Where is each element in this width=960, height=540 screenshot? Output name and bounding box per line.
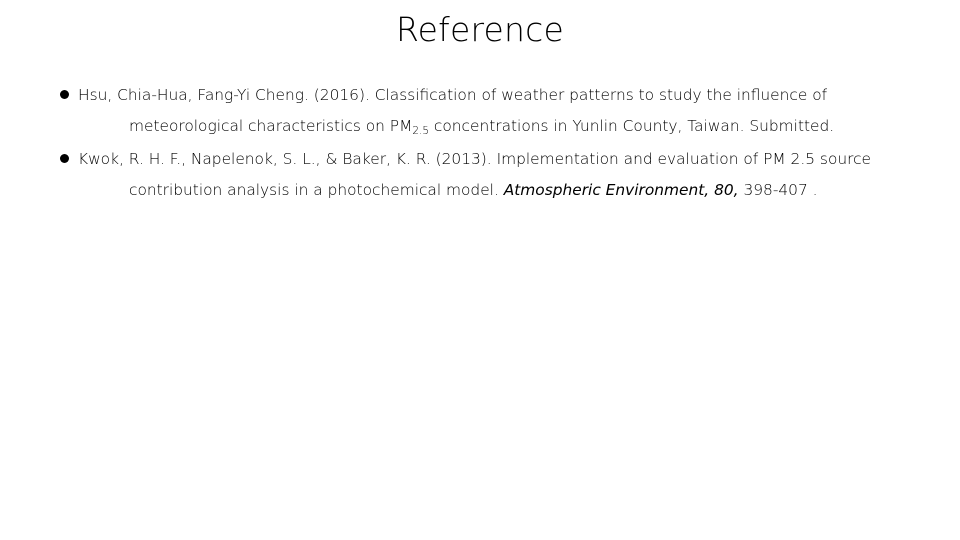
citation-journal-title: Atmospheric Environment, 80, bbox=[503, 181, 739, 199]
citation-line: contribution analysis in a photochemical… bbox=[78, 175, 928, 206]
citation-line: Hsu, Chia-Hua, Fang-Yi Cheng. (2016). Cl… bbox=[78, 80, 928, 111]
citation-segment: Hsu, Chia-Hua, Fang-Yi Cheng. (2016). Cl… bbox=[78, 86, 828, 104]
citation-segment: meteorological characteristics on PM bbox=[129, 117, 413, 135]
citation-segment: concentrations in Yunlin County, Taiwan.… bbox=[429, 117, 835, 135]
list-item: Hsu, Chia-Hua, Fang-Yi Cheng. (2016). Cl… bbox=[56, 80, 928, 144]
reference-list: Hsu, Chia-Hua, Fang-Yi Cheng. (2016). Cl… bbox=[56, 80, 928, 206]
citation-segment: Kwok, R. H. F., Napelenok, S. L., & Bake… bbox=[78, 150, 872, 168]
citation-line: meteorological characteristics on PM2.5 … bbox=[78, 111, 928, 144]
filled-circle-bullet-icon bbox=[60, 154, 69, 163]
page-title: Reference bbox=[396, 10, 564, 49]
citation-segment: 398-407 . bbox=[738, 181, 818, 199]
list-item: Kwok, R. H. F., Napelenok, S. L., & Bake… bbox=[56, 144, 928, 206]
filled-circle-bullet-icon bbox=[60, 90, 69, 99]
slide-canvas: Reference Hsu, Chia-Hua, Fang-Yi Cheng. … bbox=[0, 0, 960, 540]
citation-segment: contribution analysis in a photochemical… bbox=[129, 181, 504, 199]
citation-subscript: 2.5 bbox=[412, 124, 430, 137]
citation-text: Kwok, R. H. F., Napelenok, S. L., & Bake… bbox=[78, 144, 928, 206]
citation-line: Kwok, R. H. F., Napelenok, S. L., & Bake… bbox=[78, 144, 928, 175]
citation-text: Hsu, Chia-Hua, Fang-Yi Cheng. (2016). Cl… bbox=[78, 80, 928, 144]
